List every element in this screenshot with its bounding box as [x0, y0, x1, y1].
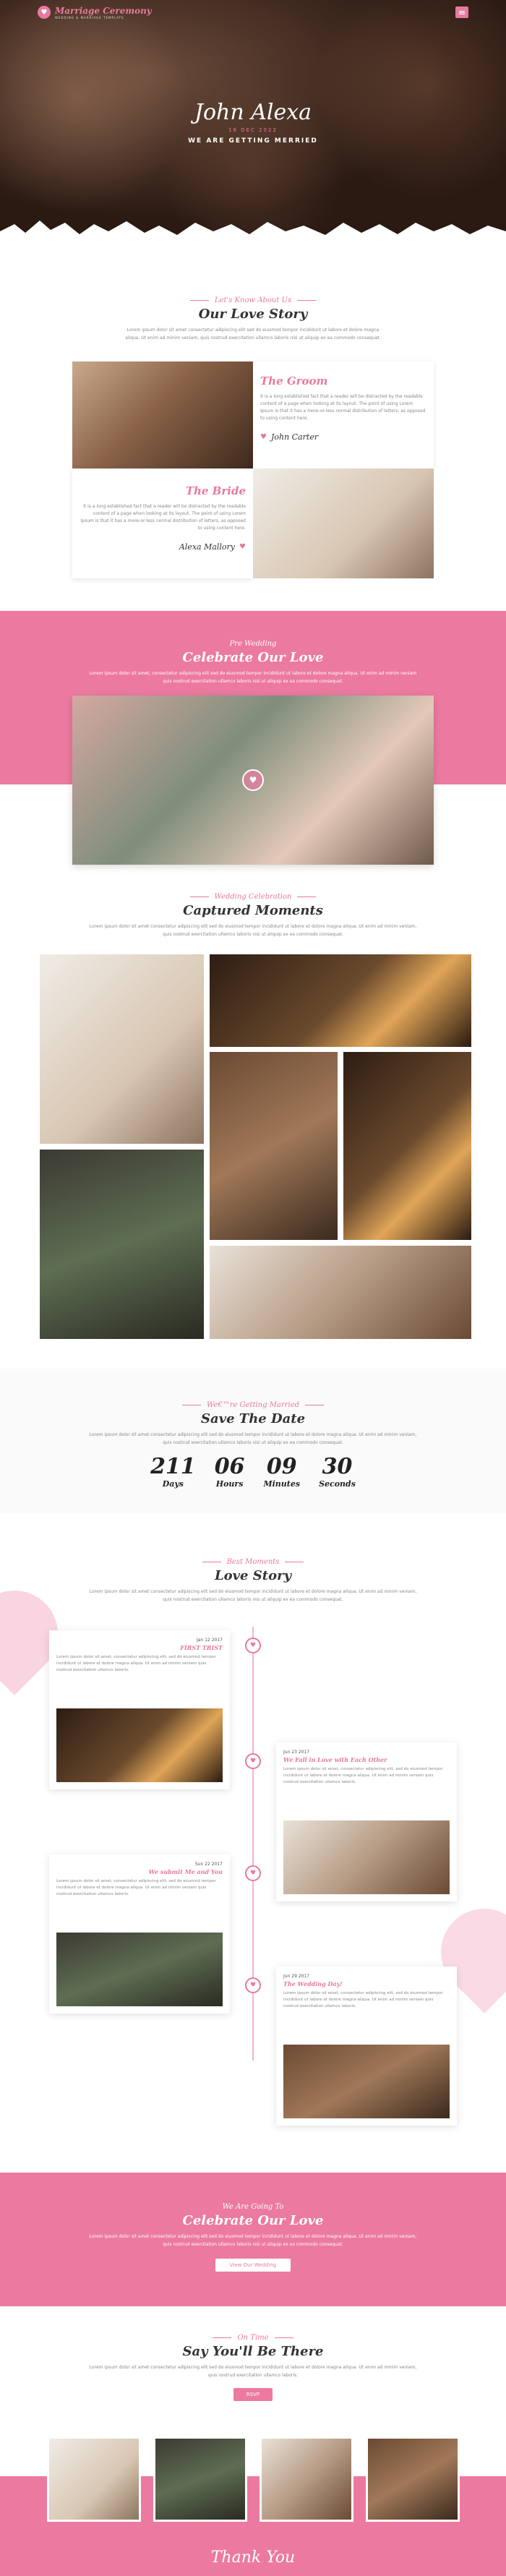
gallery-photo-3[interactable] [210, 1052, 338, 1240]
gallery-title: Captured Moments [183, 903, 323, 918]
rsvp-section: On Time Say You'll Be There Lorem ipsum … [0, 2334, 506, 2401]
gallery-photo-6[interactable] [210, 1246, 471, 1339]
hero-headline: WE ARE GETTING MERRIED [188, 137, 318, 145]
timeline-line [252, 1627, 254, 2061]
gallery-photo-5[interactable] [40, 1150, 204, 1339]
site-header: ♥ Marriage Ceremony WEDDING & MARRIAGE T… [0, 0, 506, 25]
gallery-photo-4[interactable] [343, 1052, 471, 1240]
story-title: Love Story [214, 1568, 292, 1583]
story-photo-4 [283, 2045, 450, 2118]
story-text: Lorem ipsum dolor sit amet consectetur a… [89, 1589, 417, 1602]
hero-date: 16 DEC 2022 [228, 127, 278, 133]
countdown-unit-minutes: 09 Minutes [263, 1454, 301, 1489]
going-section: We Are Going To Celebrate Our Love Lorem… [0, 2173, 506, 2306]
groom-signature: ♥ John Carter [260, 432, 319, 442]
hero-torn-edge [0, 221, 506, 246]
countdown-text: Lorem ipsum dolor sit amet consectetur a… [89, 1432, 417, 1445]
story-photo-1 [56, 1708, 223, 1782]
gallery-subtitle: Wedding Celebration [0, 893, 506, 901]
about-subtitle: Let's Know About Us [0, 296, 506, 304]
going-text: Lorem ipsum dolor sit amet consectetur a… [89, 2234, 417, 2247]
gallery-photo-1[interactable] [40, 954, 204, 1144]
countdown-units: 211 Days 06 Hours 09 Minutes 30 Seconds [0, 1454, 506, 1489]
countdown-unit-hours: 06 Hours [214, 1454, 245, 1489]
countdown-section: We€™re Getting Married Save The Date Lor… [0, 1369, 506, 1513]
story-card-3: Sun 22 2017 We submit Me and You Lorem i… [49, 1854, 230, 2014]
story-card-2: Jun 23 2017 We Fall in Love with Each Ot… [276, 1742, 457, 1901]
bride-signature: Alexa Mallory ♥ [179, 542, 246, 552]
countdown-subtitle: We€™re Getting Married [0, 1401, 506, 1409]
rings-logo-icon: ♥ [38, 6, 51, 19]
prewed-photo: ♥ [72, 696, 434, 865]
groom-text: It is a long established fact that a rea… [260, 394, 426, 421]
prewed-subtitle: Pre Wedding [0, 640, 506, 648]
groom-title: The Groom [260, 375, 328, 388]
rsvp-subtitle: On Time [0, 2334, 506, 2342]
hero-names: John Alexa [194, 100, 312, 125]
prewed-title: Celebrate Our Love [182, 650, 324, 665]
brand-name: Marriage Ceremony [55, 5, 152, 16]
story-card-4: Jun 29 2017 The Wedding Day! Lorem ipsum… [276, 1967, 457, 2126]
about-section: Let's Know About Us Our Love Story Lorem… [0, 296, 506, 342]
rsvp-button[interactable]: RSVP [233, 2388, 273, 2401]
bride-card: The Bride It is a long established fact … [72, 468, 253, 578]
menu-icon [459, 12, 465, 13]
groom-photo [72, 361, 253, 468]
gallery-photo-2[interactable] [210, 954, 471, 1047]
brand-tagline: WEDDING & MARRIAGE TEMPLATE [55, 15, 124, 20]
heart-icon: ♥ [260, 433, 267, 441]
countdown-title: Save The Date [200, 1411, 306, 1426]
about-title: Our Love Story [198, 307, 308, 322]
menu-button[interactable] [455, 7, 468, 18]
story-section: Best Moments Love Story Lorem ipsum dolo… [0, 1558, 506, 1604]
rsvp-title: Say You'll Be There [182, 2344, 324, 2359]
footer-photo-1[interactable] [47, 2436, 141, 2522]
timeline-marker: ♥ [245, 1977, 261, 1993]
story-card-1: Jan 12 2017 FIRST TRIST Lorem ipsum dolo… [49, 1630, 230, 1789]
footer-thanks: Thank You [210, 2549, 296, 2567]
timeline-marker: ♥ [245, 1865, 261, 1881]
prewed-text: Lorem ipsum dolor sit amet, consectetur … [89, 671, 417, 684]
bride-title: The Bride [185, 484, 246, 497]
going-title: Celebrate Our Love [182, 2213, 324, 2228]
hero-section: ♥ Marriage Ceremony WEDDING & MARRIAGE T… [0, 0, 506, 246]
rsvp-text: Lorem ipsum dolor sit amet consectetur a… [89, 2365, 417, 2378]
footer-photo-3[interactable] [260, 2436, 353, 2522]
footer-photo-2[interactable] [153, 2436, 247, 2522]
brand-logo[interactable]: ♥ Marriage Ceremony WEDDING & MARRIAGE T… [38, 6, 152, 20]
story-subtitle: Best Moments [0, 1558, 506, 1566]
bride-photo [253, 468, 434, 578]
gallery-section: Wedding Celebration Captured Moments Lor… [0, 893, 506, 938]
gallery-text: Lorem ipsum dolor sit amet consectetur a… [89, 924, 417, 937]
heart-icon: ♥ [249, 775, 257, 785]
heart-icon: ♥ [239, 543, 246, 551]
about-text: Lorem ipsum dolor sit amet consectetur a… [125, 328, 381, 341]
countdown-unit-days: 211 Days [150, 1454, 196, 1489]
view-wedding-button[interactable]: View Our Wedding [215, 2259, 291, 2272]
countdown-unit-seconds: 30 Seconds [319, 1454, 356, 1489]
timeline-marker: ♥ [245, 1753, 261, 1769]
play-button[interactable]: ♥ [242, 769, 264, 791]
timeline-marker: ♥ [245, 1638, 261, 1653]
going-subtitle: We Are Going To [0, 2203, 506, 2211]
bride-text: It is a long established fact that a rea… [80, 504, 246, 531]
story-photo-2 [283, 1820, 450, 1894]
groom-card: The Groom It is a long established fact … [253, 361, 434, 468]
footer-photo-4[interactable] [366, 2436, 460, 2522]
story-photo-3 [56, 1933, 223, 2006]
